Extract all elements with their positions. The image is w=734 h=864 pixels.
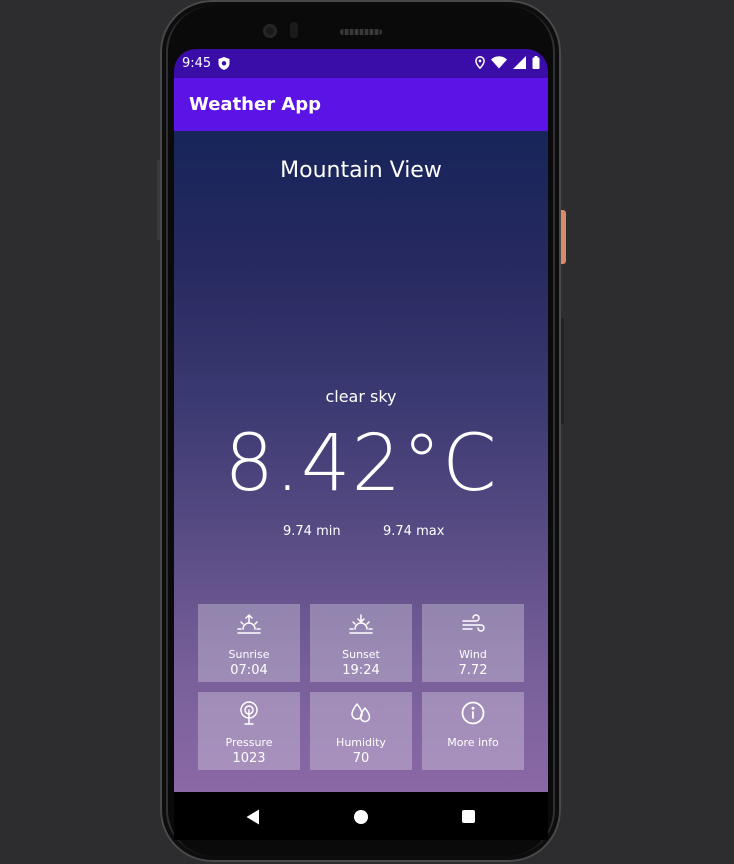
wind-icon [462,614,485,632]
app-title: Weather App [189,94,322,115]
status-bar: 9:45 [174,49,548,78]
tile-sunset[interactable]: Sunset 19:24 [310,604,412,682]
humidity-icon [351,703,371,723]
tile-value: 7.72 [458,663,488,678]
back-icon[interactable] [246,809,260,825]
tile-value: 1023 [232,751,266,766]
city-name: Mountain View [280,158,442,183]
detail-grid: Sunrise 07:04 Sunset 19:24 Wind 7.72 Pre… [198,604,524,770]
tile-value: 07:04 [230,663,268,678]
earpiece-speaker [340,29,382,35]
info-icon [461,701,485,725]
sunset-icon [349,614,373,634]
tile-wind[interactable]: Wind 7.72 [422,604,524,682]
tile-label: More info [447,736,499,749]
tile-label: Wind [459,648,487,661]
home-icon[interactable] [354,810,368,824]
tile-pressure[interactable]: Pressure 1023 [198,692,300,770]
tile-more-info[interactable]: More info [422,692,524,770]
volume-button [561,318,564,424]
tile-label: Sunset [342,648,380,661]
weather-content: Mountain View clear sky 8.42°C 9.74 min … [174,131,548,792]
tile-sunrise[interactable]: Sunrise 07:04 [198,604,300,682]
app-bar: Weather App [174,78,548,131]
recents-icon[interactable] [462,810,475,823]
temperature: 8.42°C [224,419,498,509]
status-icons [475,56,540,69]
signal-icon [513,56,526,69]
tile-humidity[interactable]: Humidity 70 [310,692,412,770]
sunrise-icon [237,613,261,634]
shield-icon [218,57,230,70]
power-button [561,210,566,264]
temp-max: 9.74 max [383,524,445,539]
pressure-icon [240,701,258,725]
battery-icon [532,56,540,69]
tile-value: 19:24 [342,663,380,678]
front-camera [263,24,277,38]
status-time: 9:45 [182,56,212,71]
screen: 9:45 Weather App Mountain View clear sky… [174,49,548,792]
proximity-sensor [290,22,298,38]
temp-min: 9.74 min [283,524,341,539]
navigation-bar [174,792,548,840]
weather-description: clear sky [325,387,397,406]
tile-value: 70 [352,751,370,766]
tile-label: Sunrise [228,648,270,661]
wifi-icon [491,56,507,69]
side-button-left [157,160,160,240]
location-icon [475,56,485,69]
tile-label: Pressure [225,736,273,749]
tile-label: Humidity [336,736,386,749]
